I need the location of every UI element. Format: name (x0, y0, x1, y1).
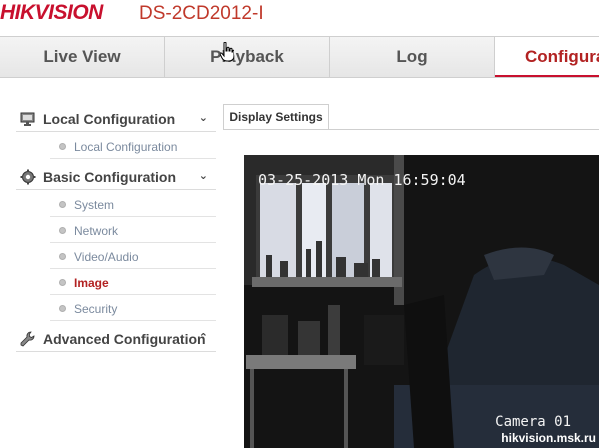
header: HIKVISION DS-2CD2012-I (0, 0, 599, 36)
hand-cursor-icon (219, 41, 235, 67)
bullet-icon (59, 253, 66, 260)
gear-icon (20, 169, 36, 185)
sidebar-item-system[interactable]: System (50, 192, 216, 217)
osd-timestamp: 03-25-2013 Mon 16:59:04 (258, 171, 466, 189)
tab-live-view[interactable]: Live View (0, 37, 165, 77)
chevron-down-icon: ⌄ (198, 112, 208, 124)
sidebar-item-label: Image (74, 276, 109, 290)
tab-divider (223, 129, 599, 130)
camera-scene (244, 155, 599, 448)
sidebar-group-local-configuration[interactable]: Local Configuration ⌄ (16, 106, 216, 132)
video-preview: 03-25-2013 Mon 16:59:04 Camera 01 hikvis… (244, 155, 599, 448)
sidebar-group-basic-configuration[interactable]: Basic Configuration ⌄ (16, 164, 216, 190)
sidebar-item-label: Network (74, 224, 119, 238)
top-navigation: Live View Playback Log Configura (0, 36, 599, 78)
sidebar-group-label: Local Configuration (43, 111, 176, 127)
sidebar-item-label: System (74, 198, 115, 212)
sidebar-group-advanced-configuration[interactable]: Advanced Configuration ⌃ (16, 326, 216, 352)
bullet-icon (59, 201, 66, 208)
chevron-up-icon: ⌃ (198, 332, 208, 344)
tab-configuration[interactable]: Configura (495, 37, 599, 77)
sidebar: Local Configuration ⌄ Local Configuratio… (0, 78, 218, 448)
monitor-icon (20, 111, 36, 127)
sidebar-item-security[interactable]: Security (50, 296, 216, 321)
sidebar-item-video-audio[interactable]: Video/Audio (50, 244, 216, 269)
sidebar-item-label: Local Configuration (74, 140, 178, 154)
bullet-icon (59, 305, 66, 312)
bullet-icon (59, 143, 66, 150)
chevron-down-icon: ⌄ (198, 170, 208, 182)
bullet-icon (59, 279, 66, 286)
osd-camera-name: Camera 01 (495, 414, 571, 430)
sidebar-item-label: Video/Audio (74, 250, 139, 264)
tab-display-settings[interactable]: Display Settings (223, 104, 329, 130)
sidebar-item-image[interactable]: Image (50, 270, 216, 295)
tab-playback[interactable]: Playback (165, 37, 330, 77)
sidebar-item-local-configuration[interactable]: Local Configuration (50, 134, 216, 159)
sidebar-group-label: Basic Configuration (43, 169, 177, 185)
sidebar-group-label: Advanced Configuration (43, 331, 206, 347)
brand-logo: HIKVISION (0, 1, 103, 24)
device-model-title: DS-2CD2012-I (139, 3, 264, 24)
sidebar-item-label: Security (74, 302, 118, 316)
tab-log[interactable]: Log (330, 37, 495, 77)
bullet-icon (59, 227, 66, 234)
sidebar-item-network[interactable]: Network (50, 218, 216, 243)
watermark-text: hikvision.msk.ru (501, 431, 596, 445)
wrench-icon (20, 331, 36, 347)
